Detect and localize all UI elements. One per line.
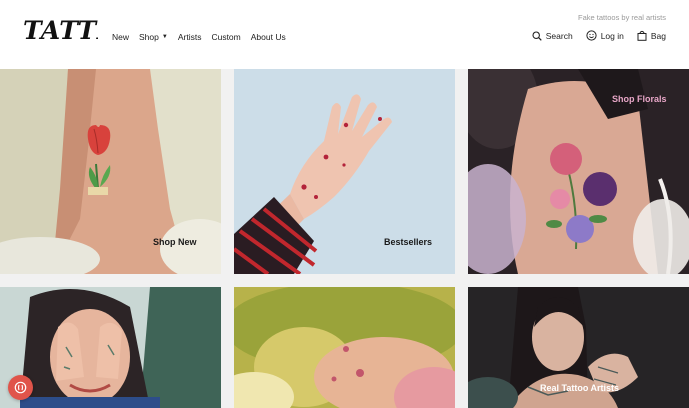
tagline: Fake tattoos by real artists (578, 13, 666, 22)
nav-new[interactable]: New (112, 32, 129, 42)
category-grid: Shop New Bestsellers Shop Florals Real T… (0, 69, 689, 408)
site-header: TATTLY New Shop ▼ Artists Custom About U… (0, 0, 689, 69)
bag-icon (637, 30, 647, 41)
utility-nav: Search Log in Bag (519, 30, 666, 41)
chat-icon (14, 381, 27, 394)
nav-shop[interactable]: Shop ▼ (139, 32, 168, 42)
smiley-icon (586, 30, 597, 41)
chevron-down-icon: ▼ (161, 34, 168, 40)
search-icon (532, 30, 542, 41)
login-label: Log in (600, 30, 624, 41)
tattly-logo[interactable]: TATTLY (22, 13, 98, 44)
tile-hands-face[interactable] (0, 287, 221, 408)
chat-button[interactable] (8, 375, 33, 400)
search-label: Search (545, 30, 573, 41)
search-button[interactable]: Search (532, 31, 573, 41)
blurred-tattoo-image (234, 287, 455, 408)
nav-about-us[interactable]: About Us (251, 32, 286, 42)
bag-label: Bag (650, 30, 666, 41)
svg-text:TATTLY: TATTLY (23, 16, 98, 44)
login-button[interactable]: Log in (586, 30, 624, 41)
tile-label-bestsellers: Bestsellers (384, 237, 433, 247)
main-nav: New Shop ▼ Artists Custom About Us (112, 32, 296, 42)
tile-blur-photo[interactable] (234, 287, 455, 408)
hands-over-eyes-image (0, 287, 221, 408)
tile-label-real-tattoo-artists: Real Tattoo Artists (540, 383, 620, 393)
nav-custom[interactable]: Custom (211, 32, 240, 42)
nav-artists[interactable]: Artists (178, 32, 202, 42)
bag-button[interactable]: Bag (637, 30, 666, 41)
tile-real-tattoo-artists[interactable]: Real Tattoo Artists (468, 287, 689, 408)
tile-shop-florals[interactable]: Shop Florals (468, 69, 689, 274)
tile-bestsellers[interactable]: Bestsellers (234, 69, 455, 274)
nav-shop-label: Shop (139, 32, 159, 42)
tile-label-shop-florals: Shop Florals (612, 94, 667, 104)
tile-label-shop-new: Shop New (153, 237, 197, 247)
tile-shop-new[interactable]: Shop New (0, 69, 221, 274)
